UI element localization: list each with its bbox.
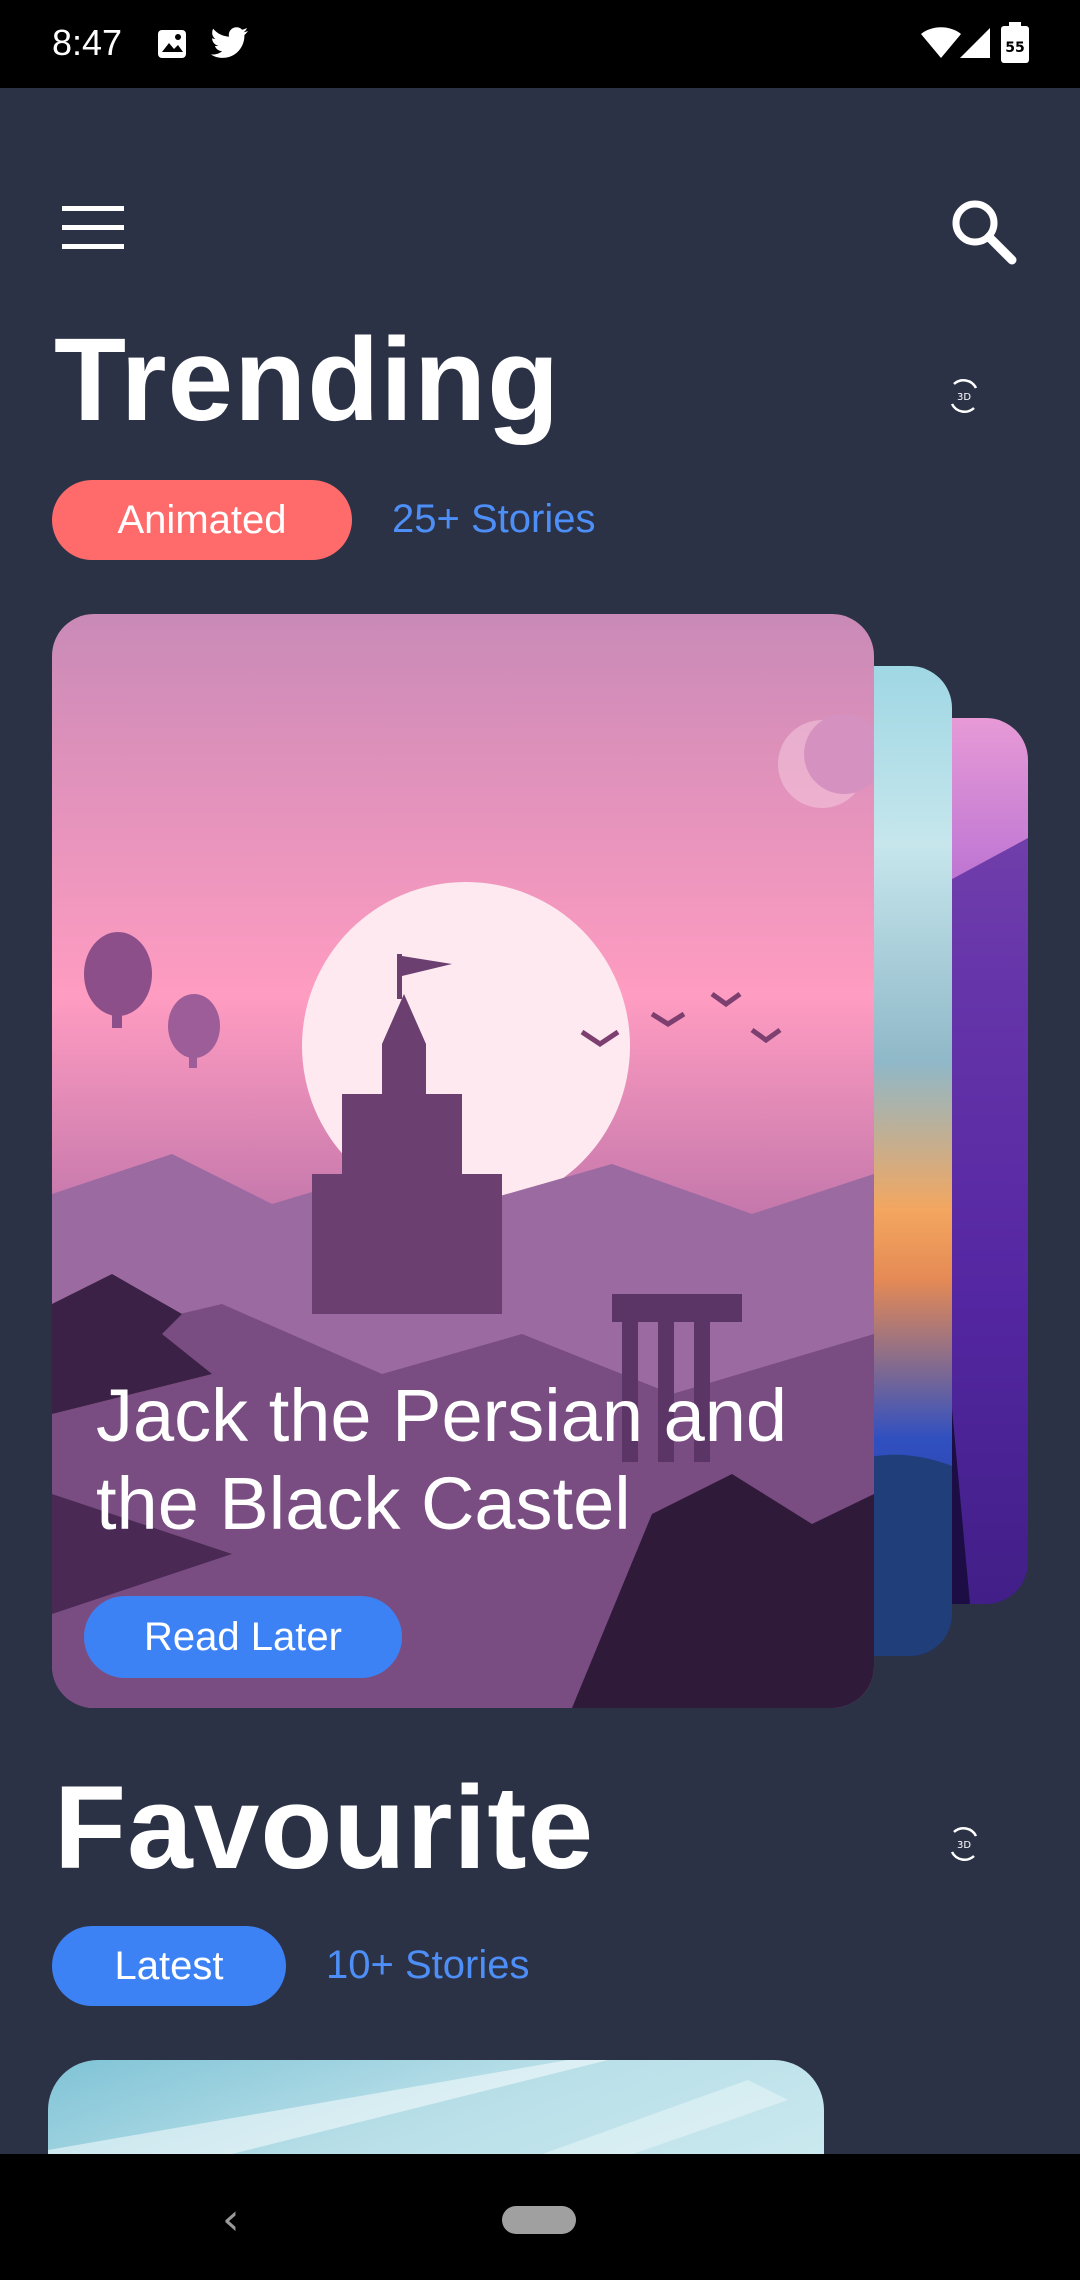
story-card-title: Jack the Persian and the Black Castel xyxy=(96,1374,788,1545)
latest-filter-pill[interactable]: Latest xyxy=(52,1926,286,2006)
signal-icon xyxy=(960,28,990,58)
battery-icon: 55 xyxy=(1001,22,1029,63)
3d-rotate-icon[interactable]: 3D xyxy=(946,378,982,414)
battery-level: 55 xyxy=(1005,40,1024,56)
twitter-icon xyxy=(210,27,248,58)
wifi-icon xyxy=(921,27,961,58)
favourite-title: Favourite xyxy=(54,1762,595,1894)
status-bar: 8:47 55 xyxy=(0,0,1080,88)
status-time: 8:47 xyxy=(52,22,123,63)
svg-text:3D: 3D xyxy=(957,392,971,403)
trending-title: Trending xyxy=(54,314,561,446)
read-later-button[interactable]: Read Later xyxy=(84,1596,402,1678)
search-icon[interactable] xyxy=(948,196,1018,266)
system-nav-bar: ‹ xyxy=(0,2154,1080,2280)
home-pill[interactable] xyxy=(502,2206,576,2234)
svg-text:3D: 3D xyxy=(957,1840,971,1851)
animated-filter-pill[interactable]: Animated xyxy=(52,480,352,560)
trending-story-count[interactable]: 25+ Stories xyxy=(392,497,595,542)
story-card-featured[interactable]: Jack the Persian and the Black Castel Re… xyxy=(52,614,874,1708)
image-icon xyxy=(158,30,186,58)
back-button[interactable]: ‹ xyxy=(222,2194,240,2245)
favourite-story-count[interactable]: 10+ Stories xyxy=(326,1943,529,1988)
3d-rotate-icon[interactable]: 3D xyxy=(946,1826,982,1862)
hamburger-menu-icon[interactable] xyxy=(62,204,126,252)
